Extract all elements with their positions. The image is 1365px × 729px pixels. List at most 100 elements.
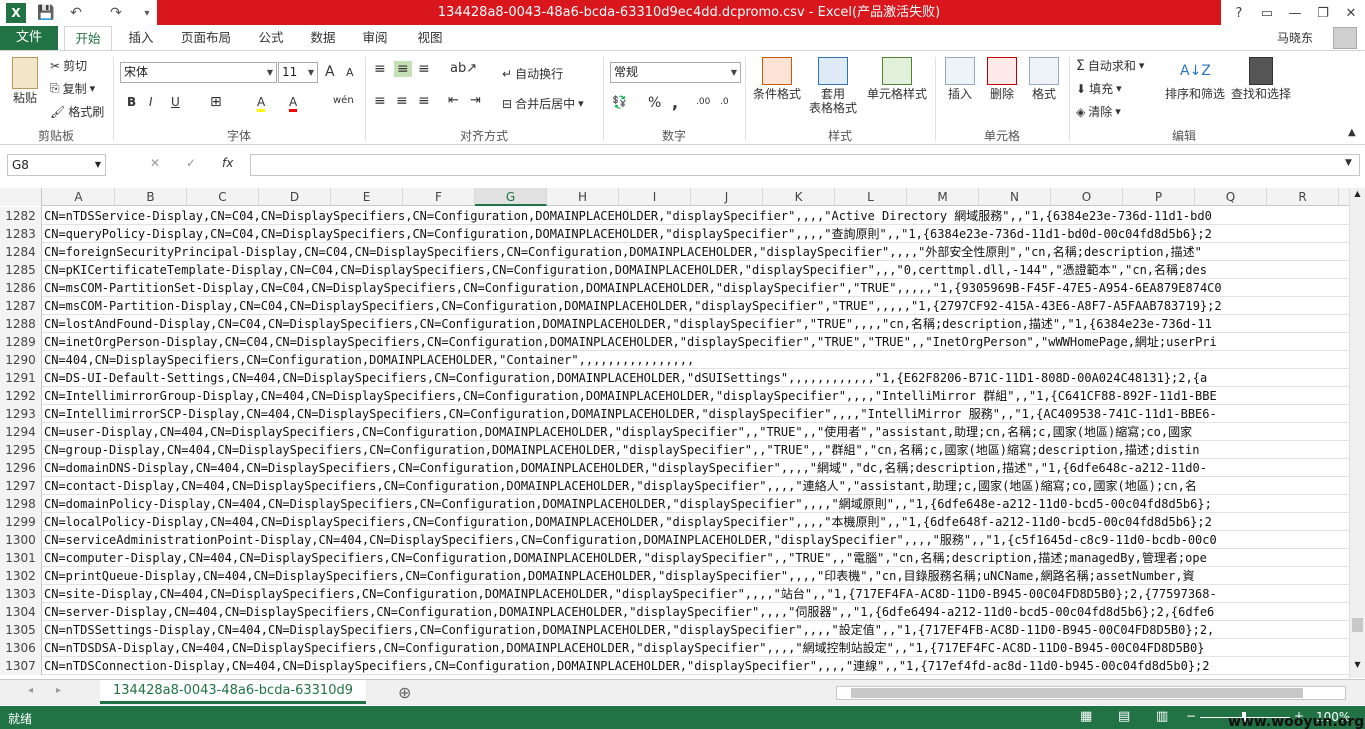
tab-file[interactable]: 文件	[0, 26, 58, 50]
format-as-table-button[interactable]: 套用 表格格式	[805, 57, 861, 115]
fill-color-button[interactable]: A	[257, 95, 266, 112]
column-header-f[interactable]: F	[403, 188, 475, 206]
table-row[interactable]: 1299 CN=localPolicy-Display,CN=404,CN=Dis…	[0, 513, 1349, 531]
cell-a[interactable]: CN=DS-UI-Default-Settings,CN=404,CN=Disp…	[44, 369, 1349, 387]
undo-icon[interactable]: ↶	[66, 3, 86, 23]
cancel-edit-icon[interactable]: ✕	[150, 156, 160, 170]
cell-a[interactable]: CN=nTDSConnection-Display,CN=404,CN=Disp…	[44, 657, 1349, 675]
table-row[interactable]: 1294 CN=user-Display,CN=404,CN=DisplaySpe…	[0, 423, 1349, 441]
prev-sheet-icon[interactable]: ◂	[28, 685, 33, 696]
table-row[interactable]: 1302 CN=printQueue-Display,CN=404,CN=Disp…	[0, 567, 1349, 585]
horizontal-scroll-thumb[interactable]	[851, 688, 1303, 698]
column-header-q[interactable]: Q	[1195, 188, 1267, 206]
table-row[interactable]: 1282 CN=nTDSService-Display,CN=C04,CN=Dis…	[0, 207, 1349, 225]
page-layout-view-icon[interactable]: ▤	[1118, 709, 1130, 724]
avatar[interactable]	[1333, 27, 1357, 49]
delete-cells-button[interactable]: 删除	[982, 57, 1022, 101]
horizontal-scrollbar[interactable]	[836, 686, 1346, 700]
row-number[interactable]: 1292	[0, 387, 42, 405]
align-middle-icon[interactable]: ≡	[394, 61, 412, 77]
add-sheet-icon[interactable]: ⊕	[398, 683, 411, 702]
table-row[interactable]: 1293 CN=IntellimirrorSCP-Display,CN=404,C…	[0, 405, 1349, 423]
row-number[interactable]: 1297	[0, 477, 42, 495]
row-number[interactable]: 1302	[0, 567, 42, 585]
zoom-out-icon[interactable]: −	[1186, 709, 1196, 723]
table-row[interactable]: 1290 CN=404,CN=DisplaySpecifiers,CN=Confi…	[0, 351, 1349, 369]
cell-a[interactable]: CN=nTDSService-Display,CN=C04,CN=Display…	[44, 207, 1349, 225]
align-right-icon[interactable]: ≡	[418, 93, 430, 109]
tab-data[interactable]: 数据	[300, 26, 346, 50]
row-number[interactable]: 1301	[0, 549, 42, 567]
conditional-format-button[interactable]: 条件格式	[750, 57, 804, 101]
merge-center-button[interactable]: ⊟ 合并后居中 ▾	[502, 95, 584, 112]
tab-review[interactable]: 审阅	[352, 26, 398, 50]
tab-formulas[interactable]: 公式	[248, 26, 294, 50]
column-header-d[interactable]: D	[259, 188, 331, 206]
clear-button[interactable]: ◈ 清除 ▾	[1076, 103, 1121, 120]
phonetic-button[interactable]: wén	[333, 95, 354, 106]
row-number[interactable]: 1306	[0, 639, 42, 657]
align-top-icon[interactable]: ≡	[374, 61, 386, 77]
number-format-combo[interactable]: 常规 ▼	[610, 62, 741, 83]
page-break-view-icon[interactable]: ▥	[1156, 709, 1168, 724]
row-number[interactable]: 1303	[0, 585, 42, 603]
cell-a[interactable]: CN=inetOrgPerson-Display,CN=C04,CN=Displ…	[44, 333, 1349, 351]
table-row[interactable]: 1292 CN=IntellimirrorGroup-Display,CN=404…	[0, 387, 1349, 405]
table-row[interactable]: 1296 CN=domainDNS-Display,CN=404,CN=Displ…	[0, 459, 1349, 477]
row-number[interactable]: 1283	[0, 225, 42, 243]
indent-increase-icon[interactable]: ⇥	[470, 93, 481, 108]
table-row[interactable]: 1297 CN=contact-Display,CN=404,CN=Display…	[0, 477, 1349, 495]
user-name[interactable]: 马晓东	[1277, 26, 1313, 50]
column-header-c[interactable]: C	[187, 188, 259, 206]
cell-a[interactable]: CN=404,CN=DisplaySpecifiers,CN=Configura…	[44, 351, 1349, 369]
table-row[interactable]: 1304 CN=server-Display,CN=404,CN=DisplayS…	[0, 603, 1349, 621]
insert-cells-button[interactable]: 插入	[940, 57, 980, 101]
tab-view[interactable]: 视图	[404, 26, 456, 50]
row-number[interactable]: 1291	[0, 369, 42, 387]
insert-function-icon[interactable]: fx	[222, 156, 233, 170]
maximize-button[interactable]: ❐	[1309, 2, 1337, 24]
table-row[interactable]: 1298 CN=domainPolicy-Display,CN=404,CN=Di…	[0, 495, 1349, 513]
font-color-button[interactable]: A	[289, 95, 298, 112]
table-row[interactable]: 1300 CN=serviceAdministrationPoint-Displa…	[0, 531, 1349, 549]
cell-a[interactable]: CN=msCOM-PartitionSet-Display,CN=C04,CN=…	[44, 279, 1349, 297]
cell-a[interactable]: CN=computer-Display,CN=404,CN=DisplaySpe…	[44, 549, 1349, 567]
column-header-i[interactable]: I	[619, 188, 691, 206]
shrink-font-button[interactable]: A	[346, 66, 354, 79]
row-number[interactable]: 1286	[0, 279, 42, 297]
row-number[interactable]: 1295	[0, 441, 42, 459]
cell-a[interactable]: CN=server-Display,CN=404,CN=DisplaySpeci…	[44, 603, 1349, 621]
table-row[interactable]: 1289 CN=inetOrgPerson-Display,CN=C04,CN=D…	[0, 333, 1349, 351]
select-all-corner[interactable]	[0, 188, 42, 206]
bold-button[interactable]: B	[127, 95, 136, 109]
row-number[interactable]: 1293	[0, 405, 42, 423]
grow-font-button[interactable]: A	[325, 64, 335, 80]
font-name-combo[interactable]: 宋体 ▼	[120, 62, 277, 83]
cell-a[interactable]: CN=nTDSDSA-Display,CN=404,CN=DisplaySpec…	[44, 639, 1349, 657]
table-row[interactable]: 1295 CN=group-Display,CN=404,CN=DisplaySp…	[0, 441, 1349, 459]
cell-a[interactable]: CN=localPolicy-Display,CN=404,CN=Display…	[44, 513, 1349, 531]
column-header-l[interactable]: L	[835, 188, 907, 206]
cut-button[interactable]: ✂ 剪切	[50, 57, 87, 74]
row-number[interactable]: 1287	[0, 297, 42, 315]
scroll-down-icon[interactable]: ▼	[1351, 660, 1364, 674]
excel-logo-icon[interactable]: X	[6, 3, 26, 23]
row-number[interactable]: 1299	[0, 513, 42, 531]
cell-a[interactable]: CN=printQueue-Display,CN=404,CN=DisplayS…	[44, 567, 1349, 585]
cell-a[interactable]: CN=nTDSSettings-Display,CN=404,CN=Displa…	[44, 621, 1349, 639]
normal-view-icon[interactable]: ▦	[1080, 709, 1092, 724]
cell-a[interactable]: CN=IntellimirrorGroup-Display,CN=404,CN=…	[44, 387, 1349, 405]
row-number[interactable]: 1296	[0, 459, 42, 477]
tab-page-layout[interactable]: 页面布局	[170, 26, 242, 50]
border-button[interactable]: ⊞	[210, 94, 222, 110]
column-header-b[interactable]: B	[115, 188, 187, 206]
column-header-p[interactable]: P	[1123, 188, 1195, 206]
cell-a[interactable]: CN=serviceAdministrationPoint-Display,CN…	[44, 531, 1349, 549]
close-button[interactable]: ✕	[1337, 2, 1365, 24]
percent-button[interactable]: %	[648, 95, 661, 111]
decrease-decimal-button[interactable]: .0	[720, 97, 729, 107]
wrap-text-button[interactable]: ↵ 自动换行	[502, 65, 563, 82]
cell-a[interactable]: CN=contact-Display,CN=404,CN=DisplaySpec…	[44, 477, 1349, 495]
cell-a[interactable]: CN=lostAndFound-Display,CN=C04,CN=Displa…	[44, 315, 1349, 333]
row-number[interactable]: 1289	[0, 333, 42, 351]
